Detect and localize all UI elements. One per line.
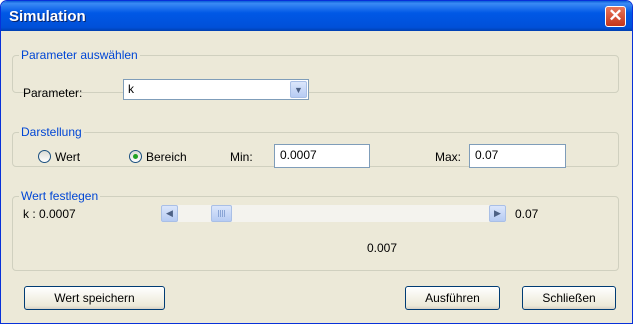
parameter-select-value: k bbox=[128, 82, 134, 96]
wert-festlegen-group: Wert festlegen bbox=[12, 189, 619, 271]
range-max-label: 0.07 bbox=[515, 207, 539, 221]
close-button[interactable]: Schließen bbox=[522, 286, 616, 310]
close-icon[interactable]: ✕ bbox=[605, 6, 626, 27]
wert-festlegen-legend: Wert festlegen bbox=[21, 189, 99, 203]
chevron-down-icon[interactable]: ▼ bbox=[290, 81, 307, 98]
chevron-left-icon[interactable]: ◀ bbox=[161, 205, 178, 222]
radio-bereich[interactable] bbox=[129, 150, 142, 163]
parameter-group-legend: Parameter auswählen bbox=[21, 48, 138, 62]
radio-wert-label[interactable]: Wert bbox=[55, 150, 80, 164]
parameter-label: Parameter: bbox=[23, 86, 83, 100]
min-label: Min: bbox=[230, 150, 253, 164]
darstellung-group-legend: Darstellung bbox=[21, 125, 82, 139]
current-value-label: k : 0.0007 bbox=[23, 207, 76, 221]
parameter-group: Parameter auswählen bbox=[12, 48, 619, 93]
radio-wert[interactable] bbox=[38, 150, 51, 163]
title-bar[interactable]: Simulation ✕ bbox=[1, 1, 632, 31]
dialog-client-area: Parameter auswählen Parameter: k ▼ Darst… bbox=[4, 31, 629, 322]
max-label: Max: bbox=[435, 150, 462, 164]
chevron-right-icon[interactable]: ▶ bbox=[489, 205, 506, 222]
save-value-button[interactable]: Wert speichern bbox=[24, 286, 165, 310]
min-input[interactable]: 0.0007 bbox=[274, 144, 370, 168]
radio-bereich-label[interactable]: Bereich bbox=[146, 150, 187, 164]
simulation-dialog: Simulation ✕ Parameter auswählen Paramet… bbox=[0, 0, 633, 324]
scrollbar-thumb[interactable] bbox=[211, 205, 232, 222]
value-scrollbar[interactable]: ◀ ▶ bbox=[161, 205, 506, 222]
value-display: 0.007 bbox=[367, 241, 398, 255]
window-title: Simulation bbox=[9, 8, 86, 25]
run-button[interactable]: Ausführen bbox=[405, 286, 500, 310]
parameter-select[interactable]: k ▼ bbox=[123, 79, 309, 100]
max-input[interactable]: 0.07 bbox=[469, 144, 566, 168]
